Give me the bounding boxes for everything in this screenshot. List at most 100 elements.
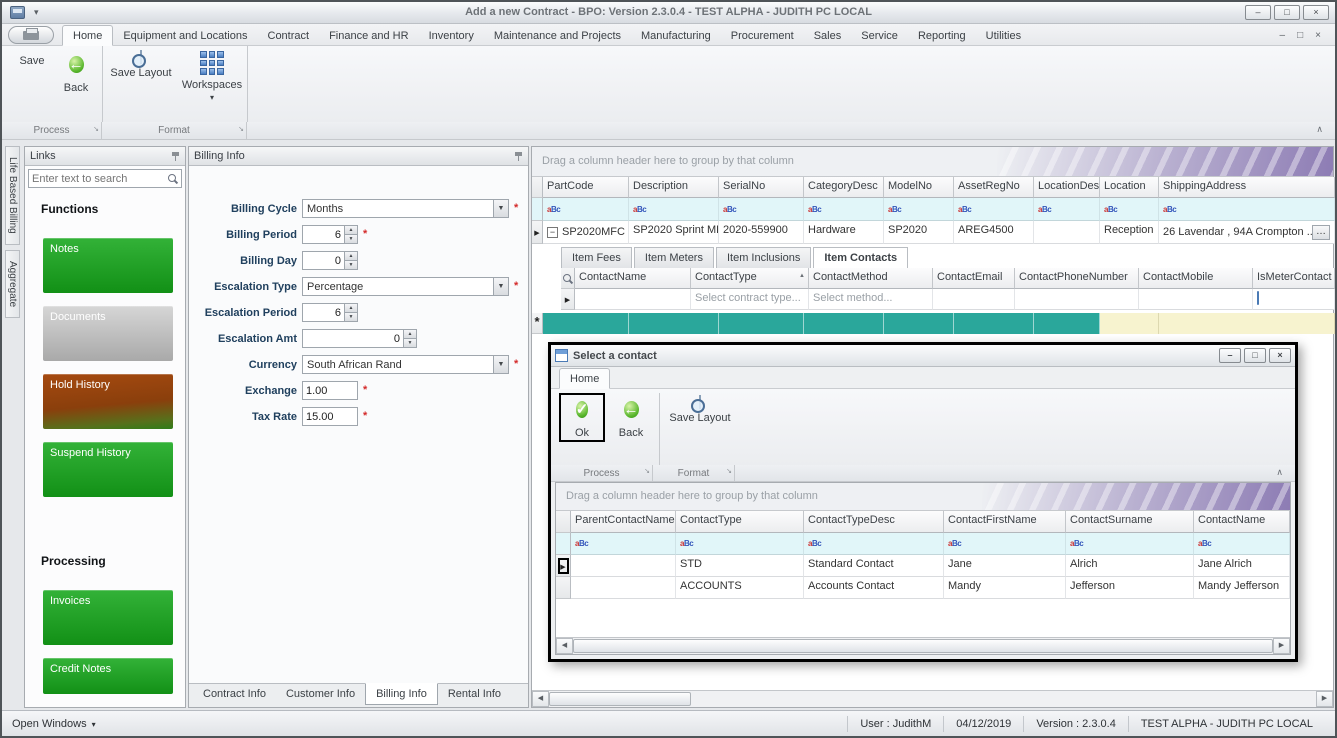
pin-icon[interactable] — [514, 151, 523, 162]
new-row-cell[interactable] — [543, 313, 629, 334]
cell-assetregno[interactable]: AREG4500 — [954, 221, 1034, 244]
mdi-close-icon[interactable]: × — [1315, 30, 1321, 41]
tab-item-contacts[interactable]: Item Contacts — [813, 247, 908, 268]
cell-contactname[interactable]: Mandy Jefferson — [1194, 577, 1290, 599]
cell-contactname[interactable] — [575, 289, 691, 310]
chevron-down-icon[interactable] — [493, 356, 508, 373]
dialog-save-layout-button[interactable]: Save Layout — [668, 393, 732, 424]
currency-select[interactable]: South African Rand — [302, 355, 509, 374]
filter-cell-categorydesc[interactable] — [804, 198, 884, 221]
notes-button[interactable]: Notes — [43, 238, 173, 293]
escalation-amt-input[interactable] — [303, 333, 403, 345]
column-header-contactsurname[interactable]: ContactSurname — [1066, 511, 1194, 533]
column-header-contacttype[interactable]: ContactType — [691, 268, 809, 289]
documents-button[interactable]: Documents — [43, 306, 173, 361]
cell-ismetercontact[interactable] — [1253, 289, 1335, 310]
billing-period-stepper[interactable] — [302, 225, 358, 244]
cell-contactname[interactable]: Jane Alrich — [1194, 555, 1290, 577]
group-launcher-icon[interactable] — [238, 121, 244, 138]
cell-contactfirstname[interactable]: Mandy — [944, 577, 1066, 599]
tab-billing-info[interactable]: Billing Info — [365, 683, 438, 705]
filter-cell-contactsurname[interactable] — [1066, 533, 1194, 555]
cell-categorydesc[interactable]: Hardware — [804, 221, 884, 244]
cell-contactmethod[interactable]: Select method... — [809, 289, 933, 310]
filter-cell-description[interactable] — [629, 198, 719, 221]
column-header-parentcontactname[interactable]: ParentContactName — [571, 511, 676, 533]
filter-cell-parentcontactname[interactable] — [571, 533, 676, 555]
spin-up-icon[interactable] — [345, 252, 357, 261]
invoices-button[interactable]: Invoices — [43, 590, 173, 645]
collapse-detail-icon[interactable] — [547, 227, 558, 238]
column-header-serialno[interactable]: SerialNo — [719, 177, 804, 198]
scroll-left-icon[interactable] — [556, 638, 573, 654]
ok-button[interactable]: Ok — [563, 396, 601, 439]
chevron-down-icon[interactable] — [493, 200, 508, 217]
close-button[interactable] — [1303, 5, 1329, 20]
ribbon-tab-sales[interactable]: Sales — [804, 26, 852, 45]
column-header-contactfirstname[interactable]: ContactFirstName — [944, 511, 1066, 533]
tab-customer-info[interactable]: Customer Info — [276, 684, 365, 704]
open-windows-button[interactable]: Open Windows — [12, 718, 96, 730]
cell-contactemail[interactable] — [933, 289, 1015, 310]
dialog-maximize-button[interactable] — [1244, 348, 1266, 363]
column-header-contacttype[interactable]: ContactType — [676, 511, 804, 533]
group-launcher-icon[interactable] — [726, 463, 732, 480]
dialog-tab-home[interactable]: Home — [559, 368, 610, 389]
new-row-cell[interactable] — [884, 313, 954, 334]
column-header-location[interactable]: Location — [1100, 177, 1159, 198]
cell-contacttypedesc[interactable]: Standard Contact — [804, 555, 944, 577]
credit-notes-button[interactable]: Credit Notes — [43, 658, 173, 694]
ribbon-tab-procurement[interactable]: Procurement — [721, 26, 804, 45]
billing-day-input[interactable] — [303, 255, 344, 267]
spin-down-icon[interactable] — [345, 261, 357, 269]
exchange-field[interactable] — [302, 381, 358, 400]
cell-location[interactable]: Reception — [1100, 221, 1159, 244]
new-row-cell[interactable] — [629, 313, 719, 334]
ribbon-collapse-icon[interactable] — [1316, 124, 1323, 135]
billing-period-input[interactable] — [303, 229, 344, 241]
spin-up-icon[interactable] — [345, 304, 357, 313]
new-row-cell[interactable] — [804, 313, 884, 334]
chevron-down-icon[interactable] — [493, 278, 508, 295]
tax-rate-field[interactable] — [302, 407, 358, 426]
new-row-cell[interactable] — [1034, 313, 1100, 334]
column-header-categorydesc[interactable]: CategoryDesc — [804, 177, 884, 198]
save-button[interactable]: Save — [12, 51, 52, 67]
cell-contacttype[interactable]: ACCOUNTS — [676, 577, 804, 599]
spin-up-icon[interactable] — [345, 226, 357, 235]
cell-contactfirstname[interactable]: Jane — [944, 555, 1066, 577]
back-button[interactable]: Back — [56, 51, 96, 94]
column-header-description[interactable]: Description — [629, 177, 719, 198]
dialog-close-button[interactable] — [1269, 348, 1291, 363]
billing-cycle-select[interactable]: Months — [302, 199, 509, 218]
filter-cell-assetregno[interactable] — [954, 198, 1034, 221]
cell-contacttype[interactable]: Select contract type... — [691, 289, 809, 310]
ribbon-tab-maintenance-and-projects[interactable]: Maintenance and Projects — [484, 26, 631, 45]
filter-cell-serialno[interactable] — [719, 198, 804, 221]
exchange-input[interactable] — [303, 385, 357, 397]
spin-down-icon[interactable] — [345, 235, 357, 243]
contacts-grid-corner[interactable] — [561, 268, 575, 289]
ribbon-tab-reporting[interactable]: Reporting — [908, 26, 976, 45]
tab-item-fees[interactable]: Item Fees — [561, 247, 632, 268]
new-row-cell[interactable] — [954, 313, 1034, 334]
column-header-locationdesc[interactable]: LocationDesc — [1034, 177, 1100, 198]
cell-parentcontactname[interactable] — [571, 555, 676, 577]
column-header-partcode[interactable]: PartCode — [543, 177, 629, 198]
hold-history-button[interactable]: Hold History — [43, 374, 173, 429]
cell-contacttypedesc[interactable]: Accounts Contact — [804, 577, 944, 599]
column-header-shippingaddress[interactable]: ShippingAddress — [1159, 177, 1335, 198]
filter-cell-contactname[interactable] — [1194, 533, 1290, 555]
column-header-contactmethod[interactable]: ContactMethod — [809, 268, 933, 289]
tab-item-meters[interactable]: Item Meters — [634, 247, 714, 268]
ribbon-tab-finance-and-hr[interactable]: Finance and HR — [319, 26, 419, 45]
save-layout-button[interactable]: Save Layout — [108, 51, 174, 79]
ribbon-tab-inventory[interactable]: Inventory — [419, 26, 484, 45]
cell-contactphonenumber[interactable] — [1015, 289, 1139, 310]
cell-contactmobile[interactable] — [1139, 289, 1253, 310]
dialog-minimize-button[interactable] — [1219, 348, 1241, 363]
spin-down-icon[interactable] — [404, 339, 416, 347]
ribbon-tab-utilities[interactable]: Utilities — [976, 26, 1031, 45]
cell-partcode[interactable]: SP2020MFC — [543, 221, 629, 244]
workspaces-button[interactable]: Workspaces — [178, 51, 246, 103]
